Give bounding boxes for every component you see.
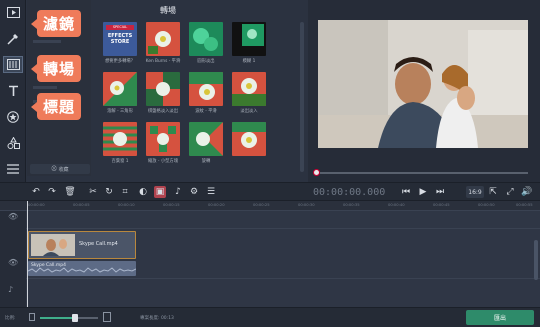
zoom-label: 比例: <box>5 316 16 321</box>
transition-thumbnail[interactable] <box>146 122 180 156</box>
tile-label: 淡出淡入 <box>240 109 258 114</box>
ruler-tick: 00:00:40 <box>388 203 405 207</box>
video-track-visibility-icon[interactable]: 👁 <box>8 258 18 267</box>
transition-thumbnail[interactable] <box>232 22 266 56</box>
transitions-scrollbar[interactable] <box>300 22 304 172</box>
effects-store-tile[interactable]: SPECIAL EFFECTS STORE <box>103 22 137 56</box>
fullscreen-icon[interactable]: ⤢ <box>504 186 516 198</box>
store-banner: SPECIAL <box>106 25 134 30</box>
tool-rail <box>0 0 26 182</box>
previous-frame-icon[interactable]: ⏮ <box>400 186 412 198</box>
transition-thumbnail[interactable] <box>146 22 180 56</box>
cart-icon: ⛒ <box>51 166 57 172</box>
zoom-slider-knob[interactable] <box>71 314 78 322</box>
timecode-display: 00:00:00.000 <box>313 187 386 198</box>
ruler-tick: 00:00:00 <box>28 203 45 207</box>
undo-icon[interactable]: ↶ <box>30 186 42 198</box>
ruler-tick: 00:00:05 <box>73 203 90 207</box>
transition-thumbnail[interactable] <box>146 72 180 106</box>
import-media-icon[interactable] <box>3 4 23 21</box>
transition-thumbnail[interactable] <box>189 122 223 156</box>
category-item[interactable] <box>33 40 61 43</box>
category-item[interactable] <box>33 86 57 89</box>
transition-thumbnail[interactable] <box>232 122 266 156</box>
stickers-star-icon[interactable] <box>3 108 23 125</box>
titles-text-icon[interactable] <box>3 82 23 99</box>
ruler-tick: 00:00:50 <box>478 203 495 207</box>
transitions-icon[interactable] <box>3 56 23 73</box>
trash-icon[interactable]: 🗑 <box>64 186 76 198</box>
volume-icon[interactable]: 🔊 <box>521 186 533 198</box>
redo-icon[interactable]: ↷ <box>46 186 58 198</box>
ruler-tick: 00:00:15 <box>163 203 180 207</box>
filters-callout: 濾鏡 <box>30 10 82 37</box>
ruler-tick: 00:00:45 <box>433 203 450 207</box>
play-icon[interactable]: ▶ <box>417 186 429 198</box>
zoom-slider-fill <box>40 317 75 319</box>
titles-callout: 標題 <box>30 93 82 120</box>
zoom-out-icon[interactable] <box>29 313 35 321</box>
ruler-tick: 00:00:35 <box>343 203 360 207</box>
ruler-tick: 00:00:20 <box>208 203 225 207</box>
media-overlay-icon[interactable]: ▣ <box>154 186 166 198</box>
video-clip[interactable]: Skype Call.mp4 <box>28 231 136 259</box>
project-duration: 專案長度: 00:13 <box>140 316 174 321</box>
zoom-in-icon[interactable] <box>103 312 111 322</box>
more-tools-menu-icon[interactable] <box>3 160 23 177</box>
filters-wand-icon[interactable] <box>3 30 23 47</box>
aspect-ratio-button[interactable]: 16:9 <box>466 186 484 198</box>
color-adjust-icon[interactable]: ◐ <box>137 186 149 198</box>
track-divider <box>26 278 540 279</box>
preview-panel <box>308 0 540 182</box>
audio-clip[interactable]: Skype Call.mp4 <box>28 261 136 276</box>
timeline-ruler[interactable]: 00:00:00 00:00:05 00:00:10 00:00:15 00:0… <box>0 201 540 211</box>
transitions-callout: 轉場 <box>30 55 82 82</box>
music-track-icon[interactable]: ♪ <box>8 285 13 294</box>
ruler-tick: 00:00:55 <box>516 203 533 207</box>
settings-gear-icon[interactable]: ⚙ <box>188 186 200 198</box>
ruler-tick: 00:00:30 <box>298 203 315 207</box>
crop-icon[interactable]: ⌗ <box>119 186 131 198</box>
timeline-tracks <box>0 211 540 307</box>
equalizer-icon[interactable]: ☰ <box>205 186 217 198</box>
transition-thumbnail[interactable] <box>189 22 223 56</box>
track-divider <box>26 228 540 229</box>
ruler-tick: 00:00:10 <box>118 203 135 207</box>
preview-progress-track[interactable] <box>320 172 528 174</box>
ruler-tick: 00:00:25 <box>253 203 270 207</box>
transition-thumbnail[interactable] <box>103 72 137 106</box>
editing-toolbar: ↶ ↷ 🗑 ✂ ↻ ⌗ ◐ ▣ ♪ ⚙ ☰ 00:00:00.000 ⏮ ▶ ⏭… <box>0 182 540 201</box>
panel-title: 轉場 <box>160 6 176 15</box>
detach-preview-icon[interactable]: ⇱ <box>487 186 499 198</box>
cut-icon[interactable]: ✂ <box>87 186 99 198</box>
shapes-icon[interactable] <box>3 134 23 151</box>
video-clip-label: Skype Call.mp4 <box>79 241 118 247</box>
video-editor-window: ⛒ 收藏 濾鏡 轉場 標題 轉場 SPECIAL EFFECTS STORE 想… <box>0 0 540 327</box>
text-track-icon[interactable]: 👁 <box>8 212 18 221</box>
transition-thumbnail[interactable] <box>103 122 137 156</box>
transition-thumbnail[interactable] <box>232 72 266 106</box>
preview-progress-knob[interactable] <box>313 169 320 176</box>
transitions-panel: 轉場 SPECIAL EFFECTS STORE 想要更多轉場？ Ken Bur… <box>93 0 300 176</box>
transition-thumbnail[interactable] <box>189 72 223 106</box>
favorites-label: 收藏 <box>58 166 69 173</box>
export-button[interactable]: 匯出 <box>466 310 534 325</box>
store-text: EFFECTS STORE <box>107 33 133 45</box>
status-bar: 比例: 專案長度: 00:13 匯出 <box>0 307 540 327</box>
favorites-button[interactable]: ⛒ 收藏 <box>30 164 90 174</box>
playhead[interactable] <box>27 201 28 307</box>
timeline-vertical-scrollbar[interactable] <box>534 240 538 280</box>
next-frame-icon[interactable]: ⏭ <box>434 186 446 198</box>
audio-mic-icon[interactable]: ♪ <box>172 186 184 198</box>
audio-clip-label: Skype Call.mp4 <box>31 263 66 268</box>
rotate-icon[interactable]: ↻ <box>103 186 115 198</box>
tile-label: 模糊 1 <box>242 59 256 64</box>
tile-label: 旋轉 <box>201 159 211 164</box>
video-preview-frame <box>318 20 528 148</box>
clip-thumbnail <box>31 234 75 256</box>
